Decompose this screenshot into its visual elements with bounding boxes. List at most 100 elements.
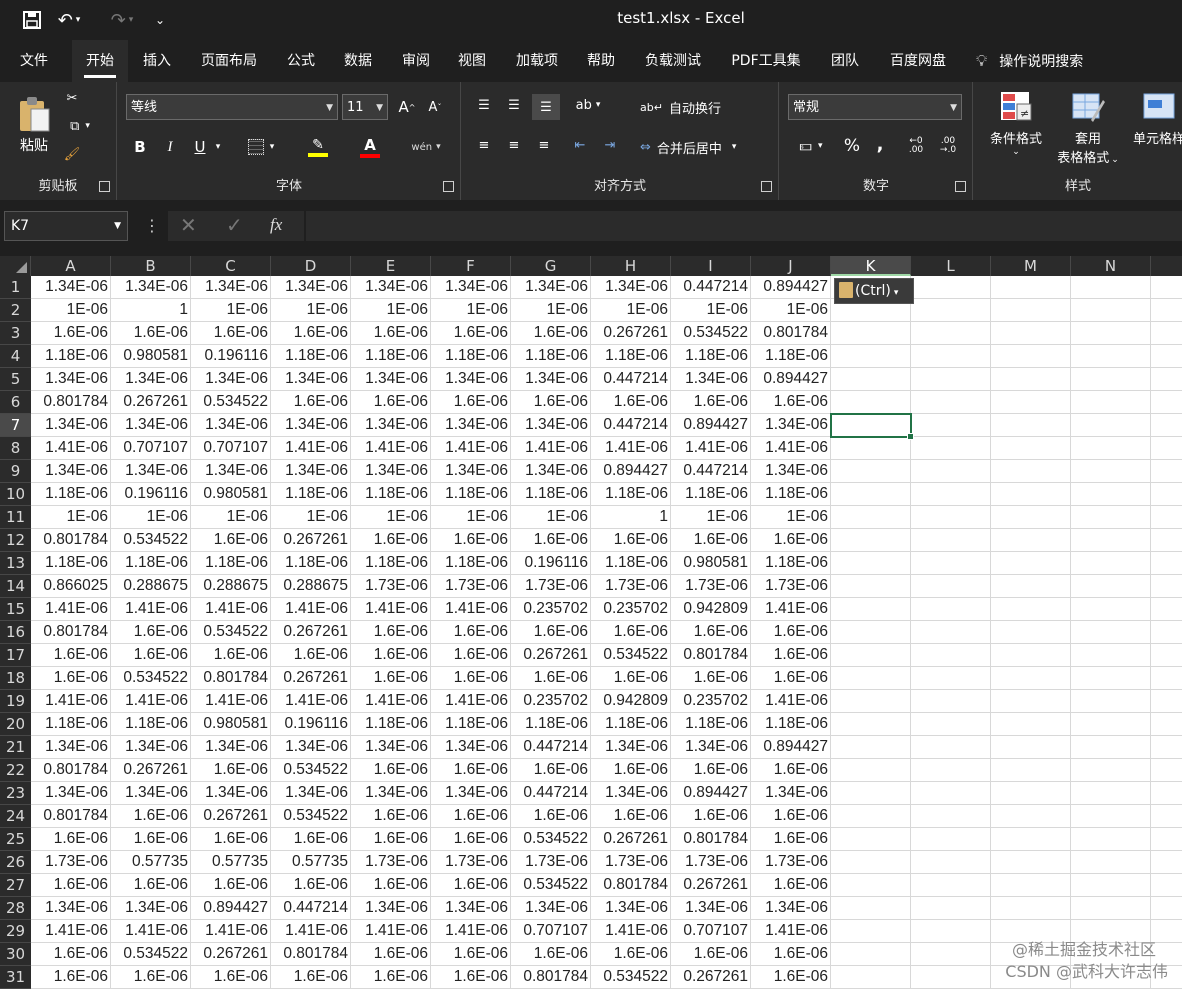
cell[interactable]: 1.6E-06 [111,828,191,851]
tab-view[interactable]: 视图 [446,40,498,82]
cell[interactable]: 1.18E-06 [431,483,511,506]
tab-home[interactable]: 开始 [72,40,128,82]
clipboard-launcher-icon[interactable] [99,181,110,192]
cell[interactable]: 1.6E-06 [751,828,831,851]
cell[interactable] [831,322,911,345]
cell[interactable] [1151,506,1182,529]
cell[interactable]: 1.34E-06 [351,276,431,299]
cell[interactable]: 1.6E-06 [431,322,511,345]
cell[interactable]: 1.34E-06 [751,460,831,483]
cell[interactable]: 1.6E-06 [191,759,271,782]
cell[interactable]: 1.6E-06 [591,391,671,414]
cell[interactable]: 1.6E-06 [671,667,751,690]
cell[interactable]: 1.6E-06 [111,805,191,828]
cell[interactable]: 1.18E-06 [511,345,591,368]
cell[interactable]: 1.6E-06 [31,644,111,667]
cell[interactable] [1071,414,1151,437]
cell[interactable]: 1.34E-06 [511,897,591,920]
cell[interactable]: 1E-06 [351,299,431,322]
active-cell-selection[interactable] [830,413,914,440]
cell[interactable] [1151,437,1182,460]
cell[interactable]: 1.41E-06 [431,920,511,943]
cell[interactable]: 1.18E-06 [111,552,191,575]
cell[interactable]: 1.18E-06 [271,483,351,506]
cell[interactable]: 1.6E-06 [431,874,511,897]
name-box[interactable]: K7 ▼ [4,211,128,241]
row-header[interactable]: 21 [0,736,31,759]
percent-button[interactable]: % [840,134,864,158]
cell[interactable]: 1E-06 [111,506,191,529]
cell[interactable] [831,805,911,828]
cell[interactable]: 1.6E-06 [511,805,591,828]
column-header-d[interactable]: D [271,256,351,276]
cell[interactable]: 1.41E-06 [751,437,831,460]
cell[interactable] [1071,598,1151,621]
cell[interactable] [911,966,991,989]
cell[interactable]: 1.34E-06 [271,460,351,483]
orientation-icon[interactable]: ab ▾ [568,94,608,116]
cell[interactable]: 1.6E-06 [271,322,351,345]
cell[interactable] [1071,506,1151,529]
cell[interactable]: 1.6E-06 [31,667,111,690]
column-header-h[interactable]: H [591,256,671,276]
decrease-font-icon[interactable]: Aˇ [424,96,446,118]
cell[interactable] [991,851,1071,874]
bold-button[interactable]: B [130,136,150,158]
number-launcher-icon[interactable] [955,181,966,192]
cell[interactable]: 1.41E-06 [351,920,431,943]
cell[interactable]: 1.73E-06 [351,575,431,598]
cell[interactable] [1071,759,1151,782]
cell[interactable]: 1.41E-06 [191,690,271,713]
cell[interactable] [831,437,911,460]
cell[interactable]: 1.6E-06 [351,805,431,828]
cell[interactable]: 1.18E-06 [31,483,111,506]
cell[interactable] [911,828,991,851]
cell[interactable]: 0.894427 [191,897,271,920]
cell[interactable]: 1.41E-06 [111,690,191,713]
cell[interactable]: 0.267261 [271,667,351,690]
cell[interactable] [911,759,991,782]
cell[interactable]: 1.18E-06 [751,345,831,368]
cell[interactable]: 1.6E-06 [751,667,831,690]
cell[interactable]: 0.57735 [191,851,271,874]
row-header[interactable]: 20 [0,713,31,736]
decrease-indent-icon[interactable]: ⇤ [568,134,592,156]
cell[interactable] [911,575,991,598]
cell[interactable]: 0.534522 [591,966,671,989]
cell[interactable] [911,874,991,897]
cell[interactable]: 1.6E-06 [591,943,671,966]
cell[interactable]: 1.6E-06 [751,759,831,782]
increase-decimal-icon[interactable]: ←0.00 [902,134,930,158]
cell[interactable]: 0.447214 [591,414,671,437]
cell[interactable]: 1.73E-06 [511,575,591,598]
cell[interactable]: 0.534522 [111,943,191,966]
cell[interactable]: 1.6E-06 [591,759,671,782]
cell[interactable]: 1.6E-06 [111,322,191,345]
cell[interactable]: 0.235702 [591,598,671,621]
cell[interactable]: 1.6E-06 [351,943,431,966]
cell[interactable]: 1.41E-06 [751,920,831,943]
cell[interactable]: 1.73E-06 [671,851,751,874]
cell[interactable]: 0.801784 [751,322,831,345]
cell[interactable]: 1.34E-06 [31,460,111,483]
cell[interactable]: 1.6E-06 [191,529,271,552]
cell[interactable] [991,506,1071,529]
cell[interactable] [991,391,1071,414]
column-header-n[interactable]: N [1071,256,1151,276]
cell[interactable]: 1.6E-06 [671,805,751,828]
cell[interactable]: 0.196116 [271,713,351,736]
cell[interactable]: 1.34E-06 [31,368,111,391]
cell[interactable]: 1.34E-06 [191,368,271,391]
row-header[interactable]: 25 [0,828,31,851]
cell[interactable]: 1.18E-06 [351,552,431,575]
cell[interactable]: 1.6E-06 [351,667,431,690]
cell[interactable] [911,667,991,690]
cell[interactable]: 1.6E-06 [271,874,351,897]
cell[interactable] [831,644,911,667]
cell[interactable]: 1.34E-06 [511,460,591,483]
conditional-formatting-button[interactable]: ≠ 条件格式 ⌄ [978,90,1054,172]
cell[interactable]: 1.34E-06 [111,414,191,437]
cell[interactable]: 1.41E-06 [751,690,831,713]
cell[interactable]: 1.73E-06 [671,575,751,598]
cell[interactable]: 1.6E-06 [191,966,271,989]
